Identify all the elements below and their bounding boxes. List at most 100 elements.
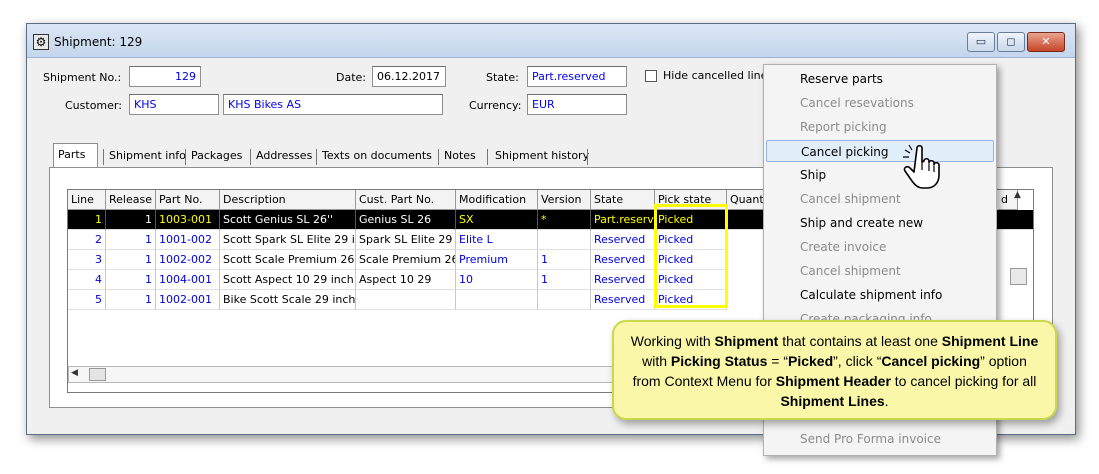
callout-bold: Cancel picking: [881, 353, 981, 369]
column-header-modification[interactable]: Modification: [456, 190, 538, 210]
cell-part-no: 1002-001: [156, 290, 220, 310]
cell-modification: Premium: [456, 250, 538, 270]
cell-state: Part.reserve: [591, 210, 655, 230]
date-field[interactable]: 06.12.2017: [372, 66, 446, 87]
column-header-part-no[interactable]: Part No.: [156, 190, 220, 210]
cell-modification: [456, 290, 538, 310]
menu-item-ship-and-create-new[interactable]: Ship and create new: [766, 212, 994, 234]
cell-pick-state: Picked: [655, 210, 727, 230]
cell-part-no: 1002-002: [156, 250, 220, 270]
cell-version: *: [538, 210, 591, 230]
cell-release: 1: [106, 210, 156, 230]
currency-field[interactable]: EUR: [527, 94, 627, 115]
cell-cust-part-no: Aspect 10 29: [356, 270, 456, 290]
cell-version: [538, 230, 591, 250]
tab-separator: [185, 149, 186, 165]
callout-text: to cancel picking for all: [890, 373, 1037, 389]
horizontal-scrollbar[interactable]: ◀: [68, 366, 628, 383]
cell-release: 1: [106, 230, 156, 250]
tab-separator: [438, 149, 439, 165]
tab-packages[interactable]: Packages: [187, 145, 246, 167]
callout-bold: Shipment Header: [775, 373, 891, 389]
cell-cust-part-no: Scale Premium 26: [356, 250, 456, 270]
tab-separator: [103, 149, 104, 165]
tab-texts-on-documents[interactable]: Texts on documents: [318, 145, 436, 167]
callout-bold: Picking Status: [670, 353, 768, 369]
cell-state: Reserved: [591, 270, 655, 290]
menu-item-report-picking[interactable]: Report picking: [766, 116, 994, 138]
instruction-callout: Working with Shipment that contains at l…: [612, 320, 1057, 420]
menu-item-reserve-parts[interactable]: Reserve parts: [766, 68, 994, 90]
title-bar: ⚙ Shipment: 129 ▭ ◻ ✕: [27, 24, 1075, 58]
tab-shipment-history[interactable]: Shipment history: [491, 145, 593, 167]
cell-pick-state: Picked: [655, 270, 727, 290]
menu-item-cancel-shipment-2[interactable]: Cancel shipment: [766, 260, 994, 282]
cell-modification: Elite L: [456, 230, 538, 250]
column-header-pick-state[interactable]: Pick state: [655, 190, 727, 210]
shipment-no-label: Shipment No.:: [43, 71, 122, 84]
cell-release: 1: [106, 270, 156, 290]
menu-item-calculate-shipment-info[interactable]: Calculate shipment info: [766, 284, 994, 306]
column-header-version[interactable]: Version: [538, 190, 591, 210]
callout-text: .: [884, 393, 889, 409]
callout-bold: Shipment Line: [941, 333, 1039, 349]
column-header-cust-part-no[interactable]: Cust. Part No.: [356, 190, 456, 210]
menu-item-create-invoice[interactable]: Create invoice: [766, 236, 994, 258]
menu-item-ship[interactable]: Ship: [766, 164, 994, 186]
cell-description: Scott Genius SL 26'': [220, 210, 356, 230]
column-header-release[interactable]: Release: [106, 190, 156, 210]
customer-code-field[interactable]: KHS: [129, 94, 219, 115]
menu-item-cancel-picking[interactable]: Cancel picking: [766, 140, 994, 162]
date-label: Date:: [336, 71, 366, 84]
callout-text: that contains at least one: [778, 333, 942, 349]
callout-bold: Shipment Lines: [780, 393, 885, 409]
close-button[interactable]: ✕: [1027, 32, 1065, 52]
tab-separator: [250, 149, 251, 165]
state-label: State:: [486, 71, 519, 84]
callout-bold: Picked: [788, 353, 834, 369]
minimize-button[interactable]: ▭: [967, 32, 995, 52]
cell-release: 1: [106, 250, 156, 270]
cell-state: Reserved: [591, 230, 655, 250]
cell-release: 1: [106, 290, 156, 310]
tab-separator: [316, 149, 317, 165]
scroll-thumb[interactable]: [89, 368, 106, 381]
column-header-line[interactable]: Line: [68, 190, 106, 210]
menu-item-cancel-shipment[interactable]: Cancel shipment: [766, 188, 994, 210]
cell-line: 2: [68, 230, 106, 250]
vertical-scroll-thumb[interactable]: [1010, 268, 1027, 285]
menu-item-send-pro-forma-invoice[interactable]: Send Pro Forma invoice: [766, 428, 994, 450]
maximize-button[interactable]: ◻: [997, 32, 1025, 52]
callout-text: = “: [767, 353, 788, 369]
column-header-state[interactable]: State: [591, 190, 655, 210]
window-title: Shipment: 129: [54, 35, 143, 49]
cell-line: 3: [68, 250, 106, 270]
hide-cancelled-checkbox[interactable]: [645, 70, 657, 82]
state-field[interactable]: Part.reserved: [527, 66, 627, 87]
callout-bold: Shipment: [714, 333, 779, 349]
tab-shipment-info[interactable]: Shipment info: [105, 145, 190, 167]
cell-description: Scott Scale Premium 26 inch: [220, 250, 356, 270]
cell-state: Reserved: [591, 250, 655, 270]
tab-parts[interactable]: Parts: [53, 143, 98, 168]
currency-label: Currency:: [469, 99, 522, 112]
tab-notes[interactable]: Notes: [440, 145, 480, 167]
shipment-no-field[interactable]: 129: [129, 66, 201, 87]
scroll-up-icon[interactable]: ▲: [1014, 190, 1021, 200]
column-header-description[interactable]: Description: [220, 190, 356, 210]
cell-state: Reserved: [591, 290, 655, 310]
cell-part-no: 1004-001: [156, 270, 220, 290]
hand-cursor-icon: [903, 144, 940, 189]
cell-description: Scott Spark SL Elite 29 inch: [220, 230, 356, 250]
app-icon: ⚙: [33, 34, 49, 50]
cell-description: Scott Aspect 10 29 inch: [220, 270, 356, 290]
menu-item-cancel-reservations[interactable]: Cancel resevations: [766, 92, 994, 114]
cell-version: 1: [538, 270, 591, 290]
customer-label: Customer:: [65, 99, 122, 112]
tab-addresses[interactable]: Addresses: [252, 145, 316, 167]
scroll-left-icon[interactable]: ◀: [71, 368, 78, 378]
customer-name-field[interactable]: KHS Bikes AS: [223, 94, 443, 115]
hide-cancelled-label: Hide cancelled line: [663, 69, 768, 82]
cell-cust-part-no: Spark SL Elite 29: [356, 230, 456, 250]
cell-modification: SX: [456, 210, 538, 230]
